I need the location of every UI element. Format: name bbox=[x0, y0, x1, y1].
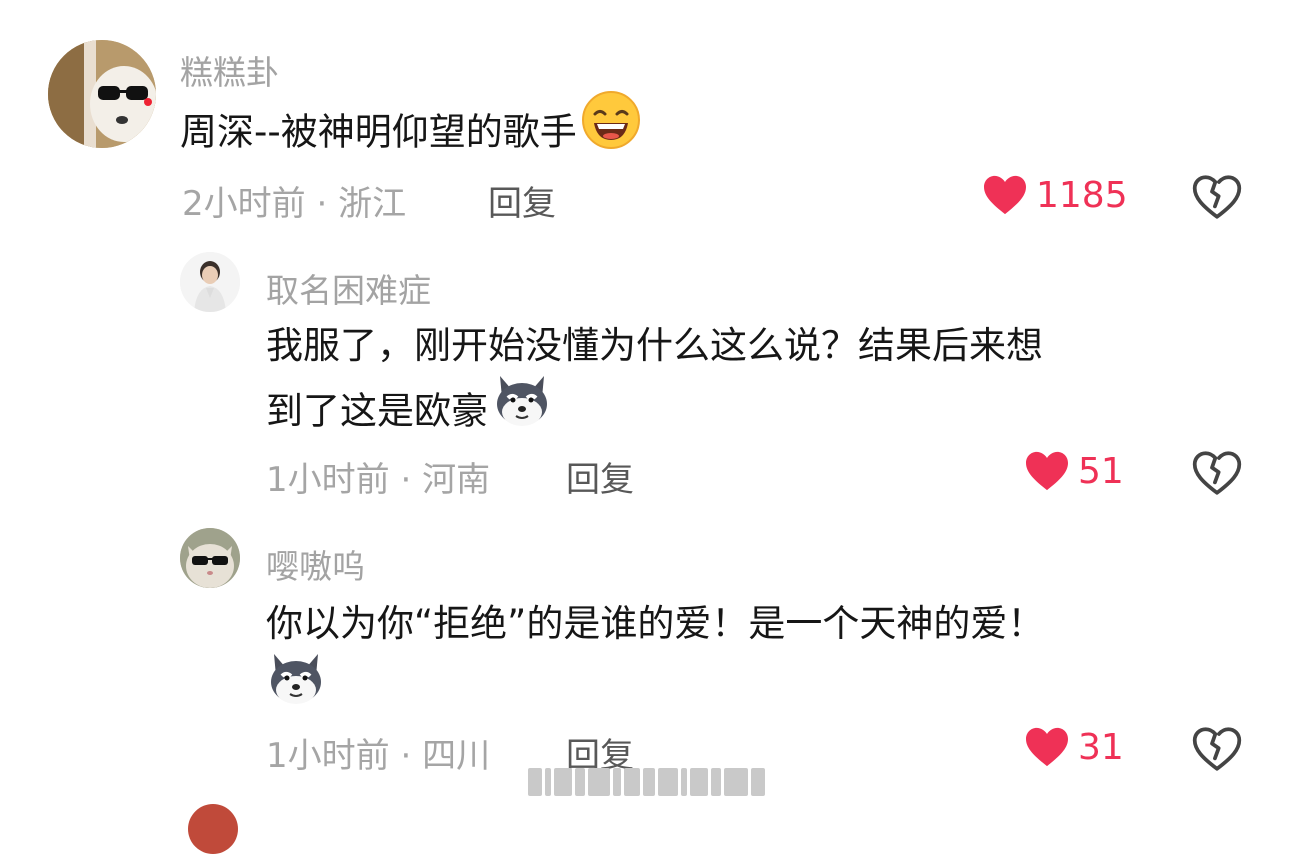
comment-text-line: 到了这是欧豪 bbox=[266, 376, 1043, 448]
meta-separator: · bbox=[305, 184, 339, 224]
like-count: 51 bbox=[1078, 450, 1124, 492]
comment-location: 四川 bbox=[422, 736, 491, 776]
broken-heart-icon bbox=[1192, 727, 1242, 771]
comment-meta: 1小时前 · 四川 bbox=[266, 728, 490, 777]
comment-location: 浙江 bbox=[338, 184, 407, 224]
comment-time: 1小时前 bbox=[266, 460, 390, 500]
watermark bbox=[528, 764, 768, 800]
like-count: 31 bbox=[1078, 726, 1124, 768]
husky-dog-emoji bbox=[266, 654, 326, 726]
username[interactable]: 糕糕卦 bbox=[180, 46, 279, 94]
avatar[interactable] bbox=[188, 804, 238, 854]
comment-text-line: 你以为你“拒绝”的是谁的爱！是一个天神的爱！ bbox=[266, 602, 1045, 645]
comment-meta: 2小时前 · 浙江 bbox=[182, 176, 406, 225]
comment-text-content: 周深--被神明仰望的歌手 bbox=[180, 110, 577, 154]
comment-text: 你以为你“拒绝”的是谁的爱！是一个天神的爱！ bbox=[266, 592, 1044, 726]
like-button[interactable]: 51 bbox=[1024, 450, 1124, 492]
broken-heart-icon bbox=[1192, 175, 1242, 219]
husky-dog-emoji bbox=[488, 376, 552, 448]
meta-separator: · bbox=[389, 460, 423, 500]
username[interactable]: 嘤嗷呜 bbox=[266, 540, 365, 588]
comment-text: 周深--被神明仰望的歌手 bbox=[180, 91, 641, 170]
dislike-button[interactable] bbox=[1192, 174, 1242, 220]
comment-location: 河南 bbox=[422, 460, 491, 500]
like-button[interactable]: 1185 bbox=[982, 174, 1128, 216]
like-count: 1185 bbox=[1036, 174, 1128, 216]
avatar[interactable] bbox=[180, 252, 240, 312]
like-button[interactable]: 31 bbox=[1024, 726, 1124, 768]
avatar[interactable] bbox=[180, 528, 240, 588]
comment-text-line: 我服了，刚开始没懂为什么这么说？结果后来想 bbox=[266, 324, 1043, 367]
avatar[interactable] bbox=[48, 40, 156, 148]
comment-time: 2小时前 bbox=[182, 184, 306, 224]
grinning-face-emoji bbox=[577, 91, 641, 170]
reply-button[interactable]: 回复 bbox=[488, 176, 556, 225]
comment-meta: 1小时前 · 河南 bbox=[266, 452, 490, 501]
dislike-button[interactable] bbox=[1192, 726, 1242, 772]
dislike-button[interactable] bbox=[1192, 450, 1242, 496]
comment-text-content: 到了这是欧豪 bbox=[266, 389, 488, 433]
heart-icon bbox=[1026, 727, 1068, 767]
username[interactable]: 取名困难症 bbox=[266, 264, 431, 312]
comment-time: 1小时前 bbox=[266, 736, 390, 776]
broken-heart-icon bbox=[1192, 451, 1242, 495]
heart-icon bbox=[1026, 451, 1068, 491]
reply-button[interactable]: 回复 bbox=[566, 452, 634, 501]
comment-text-line bbox=[266, 654, 1044, 726]
heart-icon bbox=[984, 175, 1026, 215]
comment-text: 我服了，刚开始没懂为什么这么说？结果后来想 到了这是欧豪 bbox=[266, 314, 1043, 448]
meta-separator: · bbox=[389, 736, 423, 776]
